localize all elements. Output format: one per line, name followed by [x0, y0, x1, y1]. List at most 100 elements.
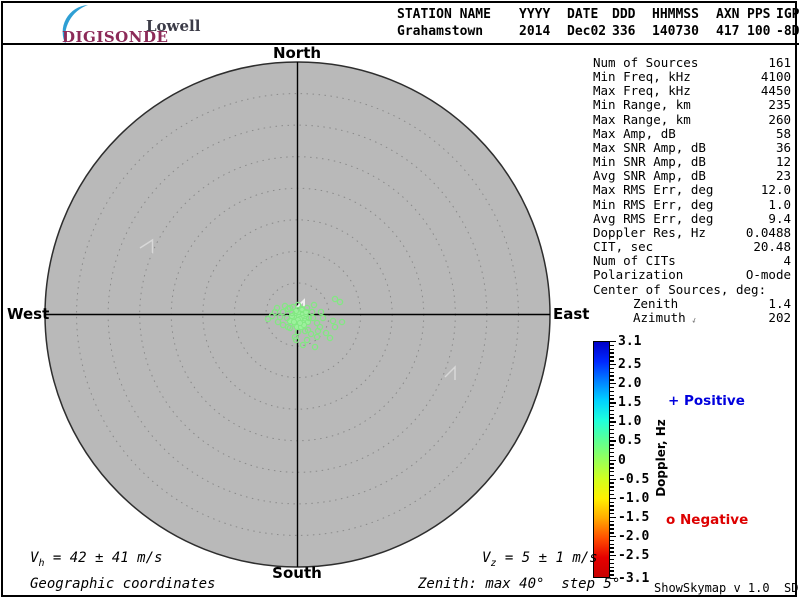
- stat-label: Num of CITs: [593, 254, 676, 268]
- colorbar-tick-label: -0.5: [618, 473, 649, 486]
- stat-row: PolarizationO-mode: [593, 268, 791, 282]
- header-field-value: 336: [612, 23, 652, 40]
- header-field-label: STATION NAME: [397, 6, 519, 23]
- colorbar-tick: [610, 341, 616, 342]
- stat-value: 0.0488: [746, 226, 791, 240]
- stat-label: Min SNR Amp, dB: [593, 155, 706, 169]
- stat-row: Center of Sources, deg:: [593, 283, 791, 297]
- stat-value: 23: [776, 169, 791, 183]
- colorbar-minor-tick: [610, 544, 614, 545]
- colorbar-minor-tick: [610, 486, 614, 487]
- stat-row: Azimuth→202: [593, 311, 791, 327]
- header-field-value: Grahamstown: [397, 23, 519, 40]
- header-field-value: 2014: [519, 23, 567, 40]
- colorbar-tick-label: 0.5: [618, 434, 641, 447]
- colorbar-tick: [610, 498, 616, 499]
- colorbar-tick: [610, 402, 616, 403]
- compass-west-label: West: [7, 305, 49, 323]
- header-field: DDD336: [612, 6, 652, 40]
- stat-row: Max Range, km260: [593, 113, 791, 127]
- stat-row: Zenith1.4: [593, 297, 791, 311]
- colorbar-tick-label: -3.1: [618, 572, 649, 585]
- source-dot: [291, 319, 296, 324]
- header-field: AXN417: [716, 6, 747, 40]
- stat-row: Avg SNR Amp, dB 23: [593, 169, 791, 183]
- stat-row: Min SNR Amp, dB 12: [593, 155, 791, 169]
- colorbar-minor-tick: [610, 448, 614, 449]
- stat-label: Zenith: [633, 297, 678, 311]
- header-field-label: AXN: [716, 6, 747, 23]
- stat-row: Min Freq, kHz4100: [593, 70, 791, 84]
- compass-east-label: East: [553, 305, 589, 323]
- stat-value: 12: [776, 155, 791, 169]
- colorbar-tick-label: -1.5: [618, 511, 649, 524]
- station-header: STATION NAMEGrahamstownYYYY2014DATEDec02…: [397, 6, 800, 40]
- colorbar-tick: [610, 479, 616, 480]
- colorbar-minor-tick: [610, 360, 614, 361]
- azimuth-direction-icon: →: [686, 315, 701, 325]
- header-field-label: IGP: [776, 6, 800, 23]
- colorbar-minor-tick: [610, 387, 614, 388]
- source-dot: [297, 320, 302, 325]
- colorbar-minor-tick: [610, 547, 614, 548]
- colorbar-minor-tick: [610, 502, 614, 503]
- stat-label: Min Range, km: [593, 98, 691, 112]
- stat-label: Min RMS Err, deg: [593, 198, 713, 212]
- header-field: STATION NAMEGrahamstown: [397, 6, 519, 40]
- colorbar-tick-label: -2.5: [618, 549, 649, 562]
- stat-label: Min Freq, kHz: [593, 70, 691, 84]
- colorbar-minor-tick: [610, 475, 614, 476]
- stat-row: Min RMS Err, deg 1.0: [593, 198, 791, 212]
- colorbar-minor-tick: [610, 395, 614, 396]
- colorbar-minor-tick: [610, 505, 614, 506]
- colorbar-minor-tick: [610, 410, 614, 411]
- stat-row: Max Amp, dB58: [593, 127, 791, 141]
- stat-value: 9.4: [768, 212, 791, 226]
- stat-row: Max RMS Err, deg12.0: [593, 183, 791, 197]
- zenith-range-note: Zenith: max 40° step 5°: [418, 576, 620, 592]
- header-field-value: 417: [716, 23, 747, 40]
- stat-label: Max SNR Amp, dB: [593, 141, 706, 155]
- stat-value: 58: [776, 127, 791, 141]
- colorbar-minor-tick: [610, 452, 614, 453]
- skymap-window: Lowell DIGISONDE STATION NAMEGrahamstown…: [0, 0, 800, 600]
- stat-row: Num of Sources 161: [593, 56, 791, 70]
- header-field-label: YYYY: [519, 6, 567, 23]
- header-separator: [1, 43, 799, 45]
- version-stamp: ShowSkymap v 1.0 SD v 5.1: [654, 581, 800, 595]
- colorbar-minor-tick: [610, 425, 614, 426]
- colorbar-tick-label: 3.1: [618, 335, 641, 348]
- positive-doppler-legend: + Positive: [668, 393, 745, 409]
- colorbar-minor-tick: [610, 433, 614, 434]
- stat-value: 161: [768, 56, 791, 70]
- colorbar-minor-tick: [610, 471, 614, 472]
- stat-label: Num of Sources: [593, 56, 698, 70]
- header-field-value: 140730: [652, 23, 716, 40]
- vh-readout: Vh = 42 ± 41 m/s: [30, 550, 162, 569]
- colorbar-tick-label: 0: [618, 454, 626, 467]
- stat-label: Avg SNR Amp, dB: [593, 169, 706, 183]
- colorbar-minor-tick: [610, 532, 614, 533]
- colorbar-minor-tick: [610, 372, 614, 373]
- colorbar-minor-tick: [610, 375, 614, 376]
- stat-value: 1.0: [768, 198, 791, 212]
- stat-row: CIT, sec20.48: [593, 240, 791, 254]
- colorbar-tick: [610, 460, 616, 461]
- colorbar-tick: [610, 421, 616, 422]
- stat-row: Num of CITs4: [593, 254, 791, 268]
- colorbar-minor-tick: [610, 528, 614, 529]
- colorbar-minor-tick: [610, 379, 614, 380]
- colorbar-minor-tick: [610, 482, 614, 483]
- colorbar-tick: [610, 517, 616, 518]
- circle-marker-icon: o: [666, 512, 675, 528]
- colorbar-minor-tick: [610, 567, 614, 568]
- stat-label: Doppler Res, Hz: [593, 226, 706, 240]
- colorbar-tick: [610, 383, 616, 384]
- header-field: IGP-8D: [776, 6, 800, 40]
- colorbar-minor-tick: [610, 509, 614, 510]
- header-field-label: DDD: [612, 6, 652, 23]
- header-field-value: 100: [747, 23, 776, 40]
- colorbar-tick-label: 2.5: [618, 358, 641, 371]
- header-field-label: HHMMSS: [652, 6, 716, 23]
- colorbar-minor-tick: [610, 559, 614, 560]
